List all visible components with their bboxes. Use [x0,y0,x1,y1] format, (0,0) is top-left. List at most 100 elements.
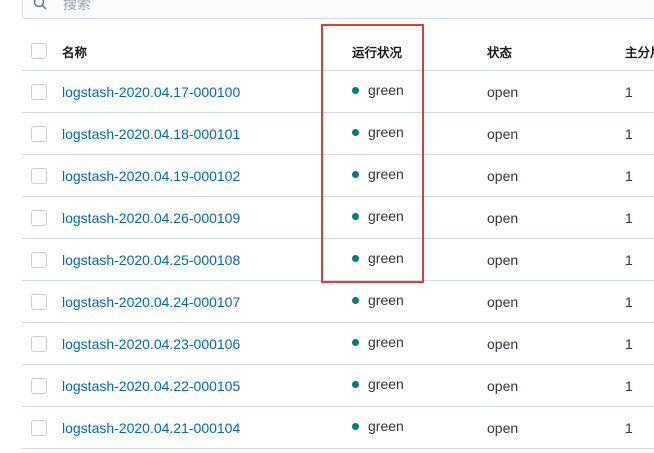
index-name-link[interactable]: logstash-2020.04.18-000101 [62,126,240,142]
row-checkbox[interactable] [31,420,47,437]
status-label: open [487,335,519,352]
row-checkbox[interactable] [31,294,47,311]
status-label: open [487,209,519,226]
primary-shards-cell: 1 [625,70,654,113]
health-cell: green [347,112,487,155]
row-select-cell [22,196,62,239]
primary-shards-cell: 1 [625,322,654,365]
index-name-cell: logstash-2020.04.18-000101 [62,112,347,155]
primary-shards-value: 1 [625,335,633,352]
row-select-cell [22,154,62,197]
health-label: green [368,207,404,224]
primary-shards-cell: 1 [625,238,654,281]
primary-shards-value: 1 [625,293,633,310]
index-name-link[interactable]: logstash-2020.04.22-000105 [62,378,240,394]
index-name-link[interactable]: logstash-2020.04.25-000108 [62,252,240,268]
index-name-cell: logstash-2020.04.23-000106 [62,322,347,365]
health-cell: green [347,154,487,197]
index-name-link[interactable]: logstash-2020.04.17-000100 [62,84,240,100]
status-label: open [487,377,519,394]
status-cell: open [487,238,625,281]
status-cell: open [487,364,625,407]
health-label: green [368,81,404,98]
column-header-status[interactable]: 状态 [487,32,625,71]
status-cell: open [487,322,625,365]
health-dot-icon [352,297,359,305]
health-dot-icon [352,171,359,179]
table-row: logstash-2020.04.17-000100 green open 1 [22,70,654,113]
index-name-link[interactable]: logstash-2020.04.23-000106 [62,336,240,352]
health-label: green [368,417,404,434]
table-header-row: 名称 运行状况 状态 主分片 [22,32,654,71]
table-row: logstash-2020.04.22-000105 green open 1 [22,364,654,407]
table-row: logstash-2020.04.18-000101 green open 1 [22,112,654,155]
row-select-cell [22,322,62,365]
table-row: logstash-2020.04.21-000104 green open 1 [22,406,654,449]
row-select-cell [22,238,62,281]
row-select-cell [22,112,62,155]
health-label: green [368,165,404,182]
primary-shards-cell: 1 [625,196,654,239]
status-cell: open [487,70,625,113]
status-label: open [487,83,519,100]
status-label: open [487,251,519,268]
status-cell: open [487,406,625,449]
row-select-cell [22,70,62,113]
health-dot-icon [352,213,359,221]
row-checkbox[interactable] [31,336,47,353]
table-row: logstash-2020.04.25-000108 green open 1 [22,238,654,281]
column-header-primary-shards[interactable]: 主分片 [625,32,654,71]
status-cell: open [487,154,625,197]
row-checkbox[interactable] [31,210,47,227]
health-cell: green [347,364,487,407]
health-label: green [368,249,404,266]
index-name-cell: logstash-2020.04.19-000102 [62,154,347,197]
row-checkbox[interactable] [31,252,47,269]
primary-shards-value: 1 [625,419,633,436]
column-header-name[interactable]: 名称 [62,32,347,71]
health-cell: green [347,238,487,281]
search-input[interactable]: 搜索 [22,0,654,19]
column-header-health[interactable]: 运行状况 [347,32,487,71]
index-name-link[interactable]: logstash-2020.04.24-000107 [62,294,240,310]
table-row: logstash-2020.04.19-000102 green open 1 [22,154,654,197]
index-name-link[interactable]: logstash-2020.04.19-000102 [62,168,240,184]
index-name-cell: logstash-2020.04.17-000100 [62,70,347,113]
primary-shards-cell: 1 [625,364,654,407]
health-label: green [368,375,404,392]
primary-shards-cell: 1 [625,406,654,449]
select-all-cell [22,32,62,71]
health-dot-icon [352,423,359,431]
index-name-link[interactable]: logstash-2020.04.21-000104 [62,420,240,436]
primary-shards-value: 1 [625,125,633,142]
health-dot-icon [352,255,359,263]
health-label: green [368,291,404,308]
row-select-cell [22,406,62,449]
primary-shards-value: 1 [625,167,633,184]
primary-shards-value: 1 [625,83,633,100]
status-cell: open [487,280,625,323]
row-checkbox[interactable] [31,378,47,395]
row-select-cell [22,364,62,407]
row-checkbox[interactable] [31,168,47,185]
index-name-cell: logstash-2020.04.24-000107 [62,280,347,323]
row-checkbox[interactable] [31,84,47,101]
status-label: open [487,167,519,184]
table-row: logstash-2020.04.24-000107 green open 1 [22,280,654,323]
primary-shards-cell: 1 [625,154,654,197]
health-label: green [368,123,404,140]
health-cell: green [347,70,487,113]
index-table: 名称 运行状况 状态 主分片 logstash-2020.04.17-00010… [22,32,654,449]
primary-shards-value: 1 [625,251,633,268]
status-label: open [487,125,519,142]
index-name-cell: logstash-2020.04.26-000109 [62,196,347,239]
health-cell: green [347,406,487,449]
index-name-link[interactable]: logstash-2020.04.26-000109 [62,210,240,226]
table-row: logstash-2020.04.26-000109 green open 1 [22,196,654,239]
health-dot-icon [352,339,359,347]
health-cell: green [347,196,487,239]
search-placeholder: 搜索 [63,0,91,12]
index-name-cell: logstash-2020.04.22-000105 [62,364,347,407]
row-checkbox[interactable] [31,126,47,143]
select-all-checkbox[interactable] [31,43,47,59]
